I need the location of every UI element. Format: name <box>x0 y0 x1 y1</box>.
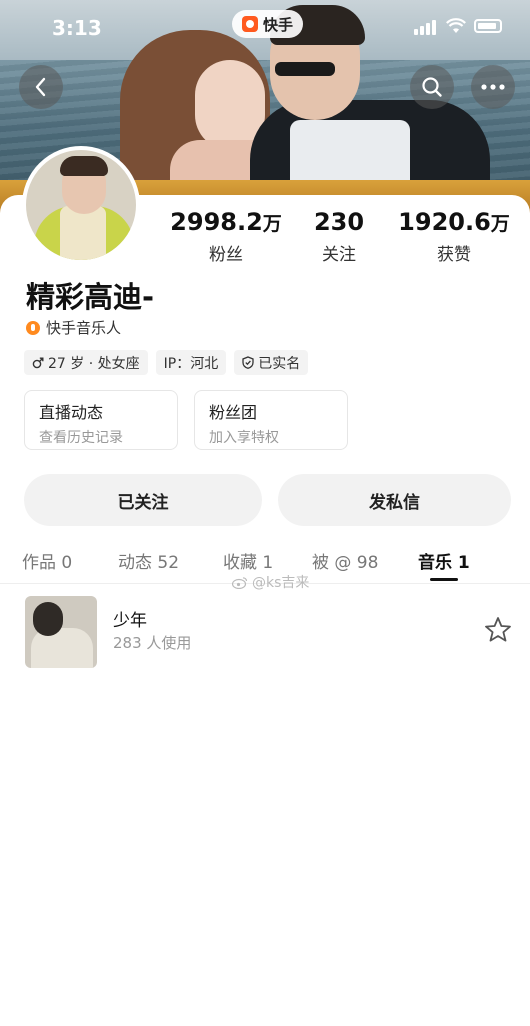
app-badge: 快手 <box>232 10 304 38</box>
avatar-hair <box>60 156 108 176</box>
live-history-title: 直播动态 <box>39 403 104 422</box>
tab-mentions[interactable]: 被 @ 98 <box>312 548 378 573</box>
fan-club-entry[interactable]: 粉丝团 加入享特权 <box>194 390 348 450</box>
favorite-button[interactable] <box>484 616 512 647</box>
chevron-left-icon <box>35 77 46 97</box>
tab-moments[interactable]: 动态 52 <box>118 548 179 573</box>
cover-head <box>33 602 63 636</box>
tag-age: 27 岁 · 处女座 <box>24 350 148 375</box>
tag-verified[interactable]: 已实名 <box>234 350 309 375</box>
tag-ip-text: IP：河北 <box>163 355 219 372</box>
music-title: 少年 <box>113 611 147 631</box>
status-time: 3:13 <box>52 16 102 40</box>
battery-icon <box>474 18 502 33</box>
music-usage: 283 人使用 <box>113 634 192 652</box>
stat-following-value: 230 <box>313 208 365 236</box>
music-list-item[interactable]: 少年 283 人使用 <box>0 592 530 670</box>
stat-fans[interactable]: 2998.2万 粉丝 <box>170 208 282 265</box>
kuaishou-logo-icon <box>242 16 258 32</box>
profile-tags: 27 岁 · 处女座 IP：河北 已实名 <box>24 350 309 375</box>
star-icon <box>485 617 511 642</box>
app-name: 快手 <box>263 15 294 34</box>
watermark: @ks吉来 <box>232 572 309 592</box>
stat-following-label: 关注 <box>322 245 356 265</box>
search-icon <box>422 77 442 97</box>
watermark-text: @ks吉来 <box>252 575 310 591</box>
music-cover <box>25 596 97 668</box>
tag-ip: IP：河北 <box>155 350 227 375</box>
live-history-subtitle: 查看历史记录 <box>39 430 123 446</box>
stat-likes-value: 1920.6万 <box>398 208 510 236</box>
stat-fans-label: 粉丝 <box>209 245 243 265</box>
stat-likes[interactable]: 1920.6万 获赞 <box>398 208 510 265</box>
more-dots-icon <box>481 84 505 90</box>
tag-age-text: 27 岁 · 处女座 <box>48 355 140 372</box>
shield-icon <box>242 356 254 369</box>
stat-fans-value: 2998.2万 <box>170 208 282 236</box>
tab-favorites[interactable]: 收藏 1 <box>223 548 273 573</box>
avatar[interactable] <box>22 146 140 264</box>
active-tab-indicator <box>430 578 458 581</box>
message-button[interactable]: 发私信 <box>278 474 511 526</box>
back-button[interactable] <box>19 65 63 109</box>
avatar-vest <box>60 206 106 260</box>
weibo-icon <box>232 576 248 589</box>
fan-club-title: 粉丝团 <box>209 403 258 422</box>
profile-name: 精彩高迪- <box>26 280 155 314</box>
system-icons <box>414 16 502 35</box>
tab-works[interactable]: 作品 0 <box>22 548 72 573</box>
signal-icon <box>414 16 438 35</box>
wifi-icon <box>446 17 466 33</box>
tab-music[interactable]: 音乐 1 <box>418 548 470 573</box>
followed-button[interactable]: 已关注 <box>24 474 262 526</box>
live-history-entry[interactable]: 直播动态 查看历史记录 <box>24 390 178 450</box>
banner-person-2-glasses <box>275 62 335 76</box>
stat-likes-label: 获赞 <box>437 245 471 265</box>
musician-badge[interactable]: 快手音乐人 <box>26 317 121 338</box>
music-note-icon <box>26 320 40 335</box>
stat-following[interactable]: 230 关注 <box>300 208 378 265</box>
male-icon <box>32 357 44 368</box>
musician-label: 快手音乐人 <box>46 319 122 337</box>
tag-verified-text: 已实名 <box>258 355 301 372</box>
fan-club-subtitle: 加入享特权 <box>209 430 279 446</box>
more-button[interactable] <box>471 65 515 109</box>
search-button[interactable] <box>410 65 454 109</box>
